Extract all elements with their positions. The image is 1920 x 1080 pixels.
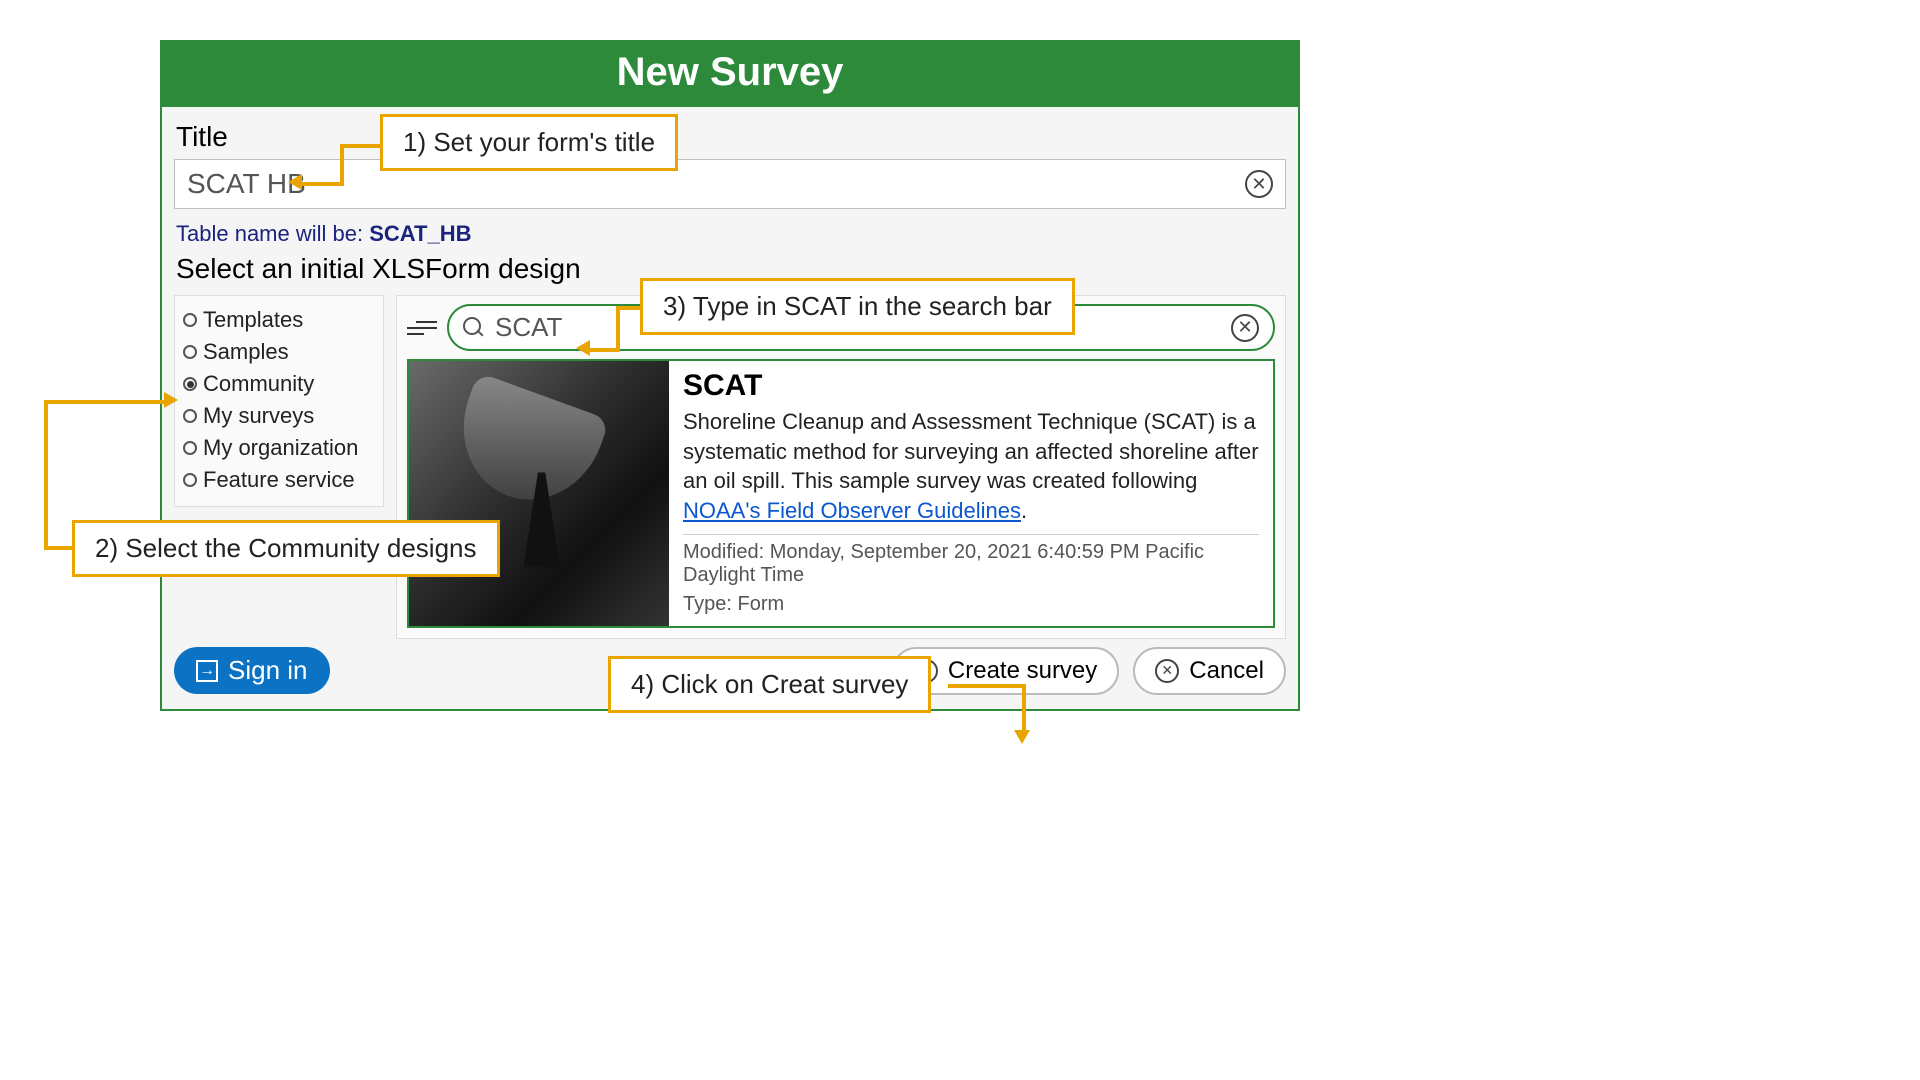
radio-icon [183,409,197,423]
annotation-connector [340,144,344,182]
radio-icon [183,345,197,359]
annotation-connector [300,182,344,186]
result-modified: Modified: Monday, September 20, 2021 6:4… [683,541,1259,587]
result-title: SCAT [683,369,1259,403]
table-name-preview: Table name will be: SCAT_HB [176,221,1284,247]
dialog-title: New Survey [162,42,1298,107]
create-survey-label: Create survey [948,657,1097,685]
source-list: Templates Samples Community My surveys M… [174,295,384,507]
sign-in-label: Sign in [228,655,308,686]
source-label: My surveys [203,403,314,429]
arrow-icon [288,174,302,190]
result-link[interactable]: NOAA's Field Observer Guidelines [683,498,1021,523]
annotation-connector [340,144,380,148]
annotation-connector [44,546,72,550]
new-survey-dialog: New Survey Title ✕ Table name will be: S… [160,40,1300,711]
source-label: Samples [203,339,289,365]
title-input[interactable] [187,168,1245,200]
annotation-connector [1022,684,1026,732]
source-label: Community [203,371,314,397]
annotation-connector [588,348,620,352]
search-icon [463,317,485,339]
source-label: Feature service [203,467,355,493]
annotation-step1: 1) Set your form's title [380,114,678,171]
annotation-step2: 2) Select the Community designs [72,520,500,577]
close-icon: ✕ [1155,659,1179,683]
source-templates[interactable]: Templates [181,304,377,336]
annotation-connector [616,306,620,348]
table-name-value: SCAT_HB [369,221,471,246]
result-description: Shoreline Cleanup and Assessment Techniq… [683,407,1259,526]
table-name-prefix: Table name will be: [176,221,369,246]
result-desc-text: Shoreline Cleanup and Assessment Techniq… [683,409,1259,493]
cancel-button[interactable]: ✕ Cancel [1133,647,1286,695]
source-my-surveys[interactable]: My surveys [181,400,377,432]
arrow-icon [576,340,590,356]
annotation-connector [948,684,1026,688]
modified-label: Modified: [683,541,770,563]
result-card[interactable]: SCAT Shoreline Cleanup and Assessment Te… [407,359,1275,628]
arrow-icon [1014,730,1030,744]
arrow-icon [164,392,178,408]
sign-in-icon: → [196,660,218,682]
source-feature-service[interactable]: Feature service [181,464,377,496]
result-desc-tail: . [1021,498,1027,523]
radio-icon [183,377,197,391]
type-label: Type: [683,593,737,615]
annotation-step3: 3) Type in SCAT in the search bar [640,278,1075,335]
radio-icon [183,313,197,327]
source-label: My organization [203,435,358,461]
cancel-label: Cancel [1189,657,1264,685]
result-thumbnail [409,361,669,626]
divider [683,534,1259,535]
filter-icon[interactable] [407,321,437,335]
source-my-organization[interactable]: My organization [181,432,377,464]
clear-search-icon[interactable]: ✕ [1231,314,1259,342]
radio-icon [183,441,197,455]
annotation-connector [44,400,48,550]
design-panel: ✕ SCAT Shoreline Cleanup and Assessment … [396,295,1286,639]
result-type: Type: Form [683,593,1259,616]
radio-icon [183,473,197,487]
clear-title-icon[interactable]: ✕ [1245,170,1273,198]
sign-in-button[interactable]: → Sign in [174,647,330,694]
source-samples[interactable]: Samples [181,336,377,368]
annotation-connector [44,400,166,404]
source-community[interactable]: Community [181,368,377,400]
annotation-step4: 4) Click on Creat survey [608,656,931,713]
source-label: Templates [203,307,303,333]
type-value: Form [737,593,784,615]
